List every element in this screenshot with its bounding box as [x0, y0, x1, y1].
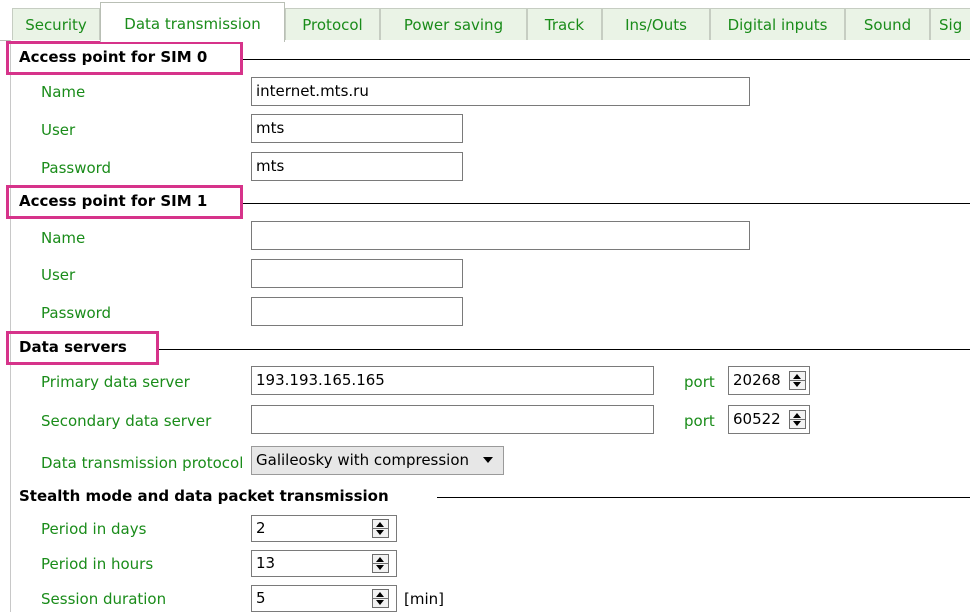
- chevron-down-icon[interactable]: [483, 457, 493, 463]
- sim1-section-rule: [243, 203, 970, 204]
- session-unit-label: [min]: [404, 590, 444, 608]
- protocol-select-value: Galileosky with compression: [256, 451, 470, 469]
- stealth-section-rule: [437, 497, 970, 498]
- sim0-user-label: User: [41, 121, 76, 139]
- sim0-name-input[interactable]: internet.mts.ru: [251, 77, 750, 106]
- protocol-label: Data transmission protocol: [41, 454, 244, 472]
- sim1-name-label: Name: [41, 229, 86, 247]
- tab-strip: Security Data transmission Protocol Powe…: [0, 0, 970, 44]
- session-duration-label: Session duration: [41, 590, 167, 608]
- tab-track[interactable]: Track: [527, 8, 602, 40]
- sim0-section-title: Access point for SIM 0: [19, 48, 208, 66]
- servers-section-rule: [159, 349, 970, 350]
- sim0-password-input[interactable]: mts: [251, 152, 463, 181]
- tab-sound[interactable]: Sound: [845, 8, 930, 40]
- secondary-server-label: Secondary data server: [41, 412, 212, 430]
- period-hours-spinner[interactable]: [372, 554, 389, 573]
- tab-signals[interactable]: Sig: [930, 8, 970, 40]
- servers-section-title: Data servers: [19, 338, 127, 356]
- primary-server-input[interactable]: 193.193.165.165: [251, 366, 654, 395]
- session-duration-spinner[interactable]: [372, 589, 389, 608]
- sim0-name-label: Name: [41, 83, 86, 101]
- sim0-section-rule: [243, 59, 970, 60]
- tab-digital-inputs[interactable]: Digital inputs: [710, 8, 845, 40]
- sim0-user-input[interactable]: mts: [251, 114, 463, 143]
- primary-server-label: Primary data server: [41, 373, 190, 391]
- sim0-password-label: Password: [41, 159, 112, 177]
- tab-protocol[interactable]: Protocol: [285, 8, 380, 40]
- tab-power-saving[interactable]: Power saving: [380, 8, 527, 40]
- period-days-spinner[interactable]: [372, 519, 389, 538]
- secondary-server-input[interactable]: [251, 405, 654, 434]
- secondary-port-spinner[interactable]: [789, 410, 806, 429]
- period-days-label: Period in days: [41, 520, 147, 538]
- tab-data-transmission[interactable]: Data transmission: [100, 2, 285, 42]
- sim1-password-label: Password: [41, 304, 112, 322]
- sim1-password-input[interactable]: [251, 297, 463, 326]
- tab-security[interactable]: Security: [12, 8, 100, 40]
- primary-port-label: port: [684, 373, 715, 391]
- sim1-user-label: User: [41, 266, 76, 284]
- period-hours-label: Period in hours: [41, 555, 154, 573]
- secondary-port-label: port: [684, 412, 715, 430]
- primary-port-spinner[interactable]: [789, 371, 806, 390]
- sim1-section-title: Access point for SIM 1: [19, 192, 208, 210]
- tab-panel: [10, 40, 970, 612]
- stealth-section-title: Stealth mode and data packet transmissio…: [19, 487, 389, 505]
- tab-ins-outs[interactable]: Ins/Outs: [602, 8, 710, 40]
- sim1-name-input[interactable]: [251, 221, 750, 250]
- sim1-user-input[interactable]: [251, 259, 463, 288]
- protocol-select[interactable]: Galileosky with compression: [251, 446, 504, 475]
